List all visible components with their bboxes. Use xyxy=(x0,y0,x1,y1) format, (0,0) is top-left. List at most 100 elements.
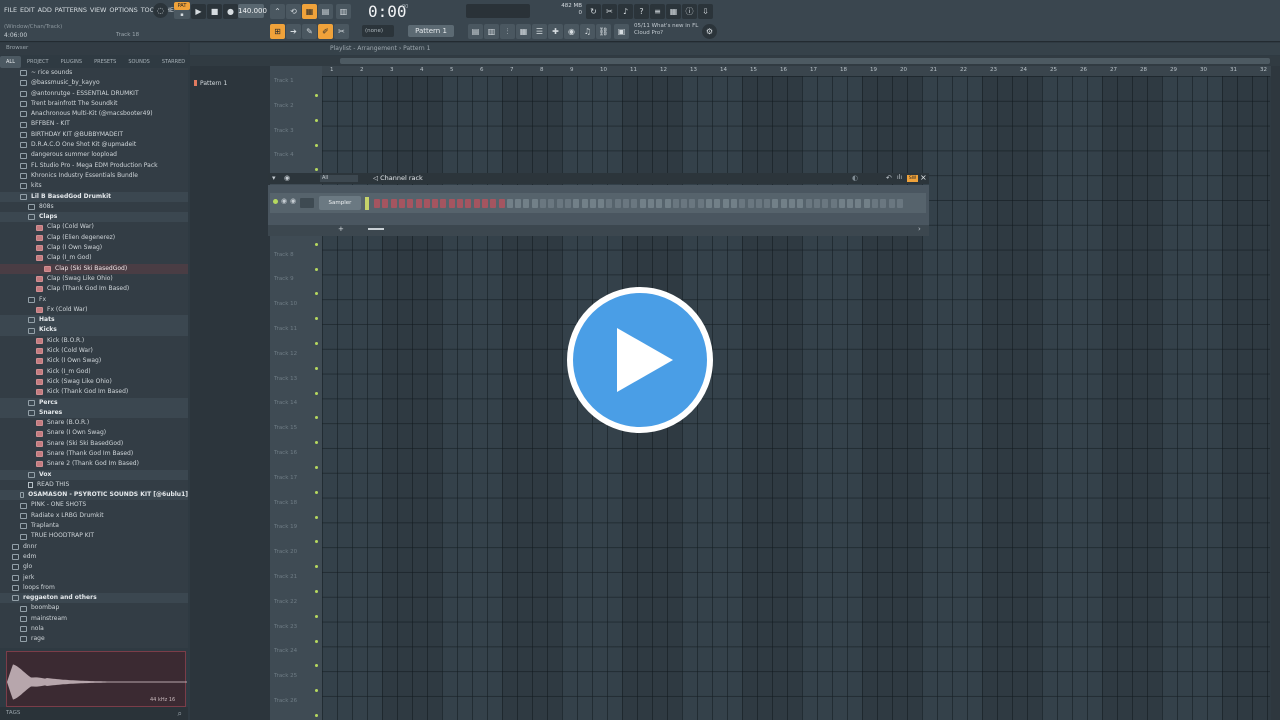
track-name[interactable]: Track 11 xyxy=(274,326,297,332)
play-icon[interactable]: ▶ xyxy=(191,4,206,19)
browser-sample-item[interactable]: Clap (Cold War) xyxy=(0,222,188,232)
step-button[interactable] xyxy=(573,199,580,208)
step-button[interactable] xyxy=(880,199,887,208)
browser-search[interactable]: TAGS ⌕ xyxy=(0,707,188,720)
browser-sample-item[interactable]: Clap (I Own Swag) xyxy=(0,243,188,253)
pencil-icon[interactable]: ✎ xyxy=(302,24,317,39)
browser-folder-item[interactable]: Khronics Industry Essentials Bundle xyxy=(0,171,188,181)
channel-filter-select[interactable]: All xyxy=(320,175,358,182)
rack-options-icon[interactable]: ▾ xyxy=(272,174,276,182)
paint-icon[interactable]: ✐ xyxy=(318,24,333,39)
mixer-icon[interactable]: ≡ xyxy=(650,4,665,19)
track-mute-led[interactable] xyxy=(315,614,318,618)
rack-swing-toggle[interactable]: SW xyxy=(907,175,918,182)
step-button[interactable] xyxy=(423,199,430,208)
step-button[interactable] xyxy=(697,199,704,208)
rack-zoom-slider[interactable] xyxy=(368,228,384,230)
browser-folder-item[interactable]: Vox xyxy=(0,469,188,480)
pattern-selector[interactable]: Pattern 1 xyxy=(408,25,454,37)
track-name[interactable]: Track 8 xyxy=(274,252,294,258)
loop-record-icon[interactable]: ⟲ xyxy=(286,4,301,19)
step-button[interactable] xyxy=(780,199,787,208)
track-name[interactable]: Track 25 xyxy=(274,673,297,679)
track-name[interactable]: Track 3 xyxy=(274,128,294,134)
browser-folder-item[interactable]: TRUE HOODTRAP KIT xyxy=(0,531,188,541)
step-button[interactable] xyxy=(564,199,571,208)
track-name[interactable]: Track 22 xyxy=(274,599,297,605)
step-button[interactable] xyxy=(382,199,389,208)
step-button[interactable] xyxy=(531,199,538,208)
browser-sample-item[interactable]: Snare (I Own Swag) xyxy=(0,428,188,438)
browser-folder-item[interactable]: jerk xyxy=(0,573,188,583)
rack-swing-icon[interactable]: ◐ xyxy=(852,174,858,182)
blend-notes-icon[interactable]: ▤ xyxy=(318,4,333,19)
browser-folder-item[interactable]: rage xyxy=(0,634,188,644)
timeline-ruler[interactable] xyxy=(322,66,1272,76)
browser-folder-item[interactable]: Traplanta xyxy=(0,521,188,531)
add-channel-button[interactable]: + xyxy=(338,225,344,233)
step-button[interactable] xyxy=(672,199,679,208)
tempo-display[interactable]: 140.000 xyxy=(238,4,267,18)
step-button[interactable] xyxy=(490,199,497,208)
step-button[interactable] xyxy=(556,199,563,208)
channel-pan-knob-icon[interactable]: ◉ xyxy=(281,197,287,205)
piano-roll-icon[interactable]: ▥ xyxy=(484,24,499,39)
news-icon[interactable]: ▣ xyxy=(614,24,629,39)
step-button[interactable] xyxy=(498,199,505,208)
browser-folder-item[interactable]: Lil B BasedGod Drumkit xyxy=(0,191,188,202)
track-name[interactable]: Track 20 xyxy=(274,549,297,555)
step-button[interactable] xyxy=(432,199,439,208)
step-button[interactable] xyxy=(822,199,829,208)
browser-sample-item[interactable]: Snare (B.O.R.) xyxy=(0,418,188,428)
menu-options[interactable]: OPTIONS xyxy=(109,6,137,14)
step-button[interactable] xyxy=(764,199,771,208)
browser-folder-item[interactable]: loops from xyxy=(0,583,188,593)
step-button[interactable] xyxy=(647,199,654,208)
video-play-button[interactable] xyxy=(567,287,713,433)
step-button[interactable] xyxy=(448,199,455,208)
browser-sample-item[interactable]: Snare (Thank God Im Based) xyxy=(0,449,188,459)
track-mute-led[interactable] xyxy=(315,466,318,469)
browser-folder-item[interactable]: Kicks xyxy=(0,325,188,336)
arrow-right-icon[interactable]: ➔ xyxy=(286,24,301,39)
track-name[interactable]: Track 19 xyxy=(274,524,297,530)
track-mute-led[interactable] xyxy=(315,143,318,147)
step-button[interactable] xyxy=(639,199,646,208)
step-button[interactable] xyxy=(415,199,422,208)
step-button[interactable] xyxy=(722,199,729,208)
step-button[interactable] xyxy=(813,199,820,208)
browser-tab-all[interactable]: ALL xyxy=(0,56,21,68)
browser-folder-item[interactable]: BIRTHDAY KIT @BUBBYMADEIT xyxy=(0,130,188,140)
step-button[interactable] xyxy=(589,199,596,208)
track-mute-led[interactable] xyxy=(315,366,318,370)
step-button[interactable] xyxy=(888,199,895,208)
track-name[interactable]: Track 18 xyxy=(274,500,297,506)
snap-select[interactable]: (none) xyxy=(362,25,394,37)
step-button[interactable] xyxy=(548,199,555,208)
browser-view-icon[interactable]: ☰ xyxy=(532,24,547,39)
browser-folder-item[interactable]: D.R.A.C.O One Shot Kit @upmadeit xyxy=(0,140,188,150)
channel-mute-led[interactable] xyxy=(273,199,278,204)
step-button[interactable] xyxy=(506,199,513,208)
step-button[interactable] xyxy=(581,199,588,208)
step-button[interactable] xyxy=(606,199,613,208)
track-name[interactable]: Track 1 xyxy=(274,78,294,84)
step-button[interactable] xyxy=(440,199,447,208)
browser-tree[interactable]: ~ rice sounds @bassmusic_by_kayyo @antonru… xyxy=(0,68,188,648)
browser-folder-item[interactable]: nola xyxy=(0,624,188,634)
browser-folder-item[interactable]: Snares xyxy=(0,407,188,419)
track-mute-led[interactable] xyxy=(315,242,318,246)
settings-icon[interactable]: ⚙ xyxy=(702,24,717,39)
step-button[interactable] xyxy=(398,199,405,208)
browser-sample-item[interactable]: Snare (Ski Ski BasedGod) xyxy=(0,439,188,449)
track-name[interactable]: Track 17 xyxy=(274,475,297,481)
track-name[interactable]: Track 4 xyxy=(274,152,294,158)
browser-sample-item[interactable]: Kick (B.O.R.) xyxy=(0,336,188,346)
link-icon[interactable]: ⛓ xyxy=(596,24,611,39)
step-edit-icon[interactable]: ▦ xyxy=(302,4,317,19)
step-button[interactable] xyxy=(614,199,621,208)
picker-pattern-item[interactable]: Pattern 1 xyxy=(194,80,227,87)
song-position-clock[interactable]: 0:00 xyxy=(368,2,407,21)
record-mode-icon[interactable]: ◌ xyxy=(153,3,168,18)
song-mode-button[interactable]: ▪ xyxy=(174,10,190,19)
